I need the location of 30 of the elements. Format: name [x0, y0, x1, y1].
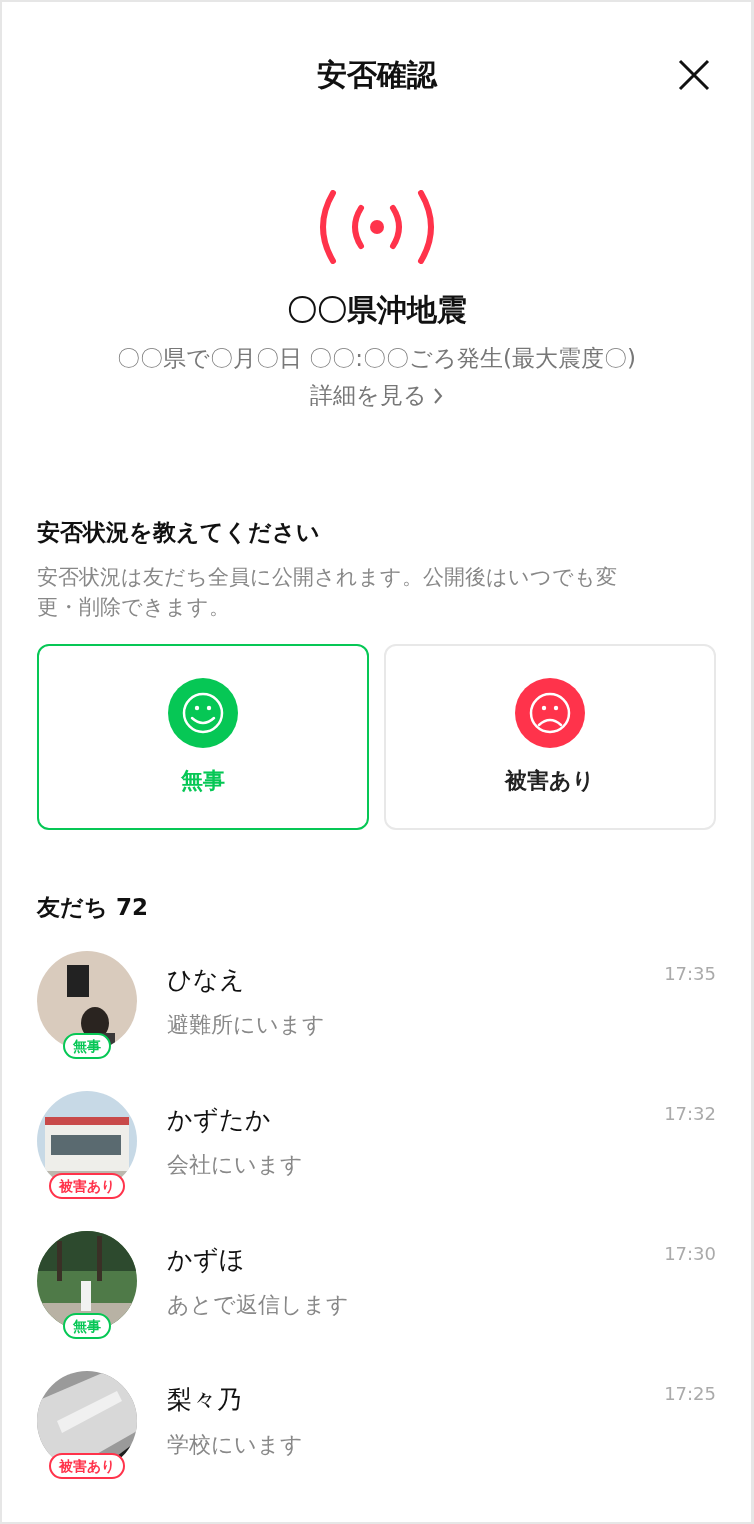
status-option[interactable]: 無事	[37, 644, 369, 830]
status-badge: 無事	[63, 1033, 111, 1059]
friend-message: 会社にいます	[167, 1151, 304, 1179]
event-title: 〇〇県沖地震	[286, 291, 467, 329]
friend-name: かずたか	[167, 1104, 272, 1136]
message-time: 17:25	[664, 1383, 716, 1406]
prompt-title: 安否状況を教えてください	[37, 518, 321, 547]
screen-title: 安否確認	[316, 55, 437, 94]
details-link[interactable]: 詳細を見る	[310, 380, 443, 411]
friend-name: かずほ	[167, 1244, 246, 1276]
message-time: 17:32	[664, 1103, 716, 1126]
friend-message: 避難所にいます	[167, 1011, 326, 1039]
chevron-icon	[433, 386, 443, 405]
friend-message: 学校にいます	[167, 1431, 304, 1459]
prompt-description: 安否状況は友だち全員に公開されます。公開後はいつでも変更・削除できます。	[37, 564, 618, 621]
status-badge: 被害あり	[49, 1173, 125, 1199]
broadcast-icon	[318, 190, 435, 264]
frown-icon	[515, 678, 585, 748]
message-time: 17:30	[664, 1243, 716, 1266]
smile-icon	[168, 678, 238, 748]
friends-heading: 友だち 72	[37, 893, 149, 922]
friend-name: ひなえ	[167, 964, 246, 996]
event-detail: 〇〇県で〇月〇日 〇〇:〇〇ごろ発生(最大震度〇)	[117, 344, 636, 373]
close-button[interactable]	[677, 58, 711, 92]
message-time: 17:35	[664, 963, 716, 986]
status-badge: 被害あり	[49, 1453, 125, 1479]
friend-message: あとで返信します	[167, 1291, 350, 1319]
status-badge: 無事	[63, 1313, 111, 1339]
friend-name: 梨々乃	[167, 1384, 243, 1416]
status-option[interactable]: 被害あり	[384, 644, 716, 830]
